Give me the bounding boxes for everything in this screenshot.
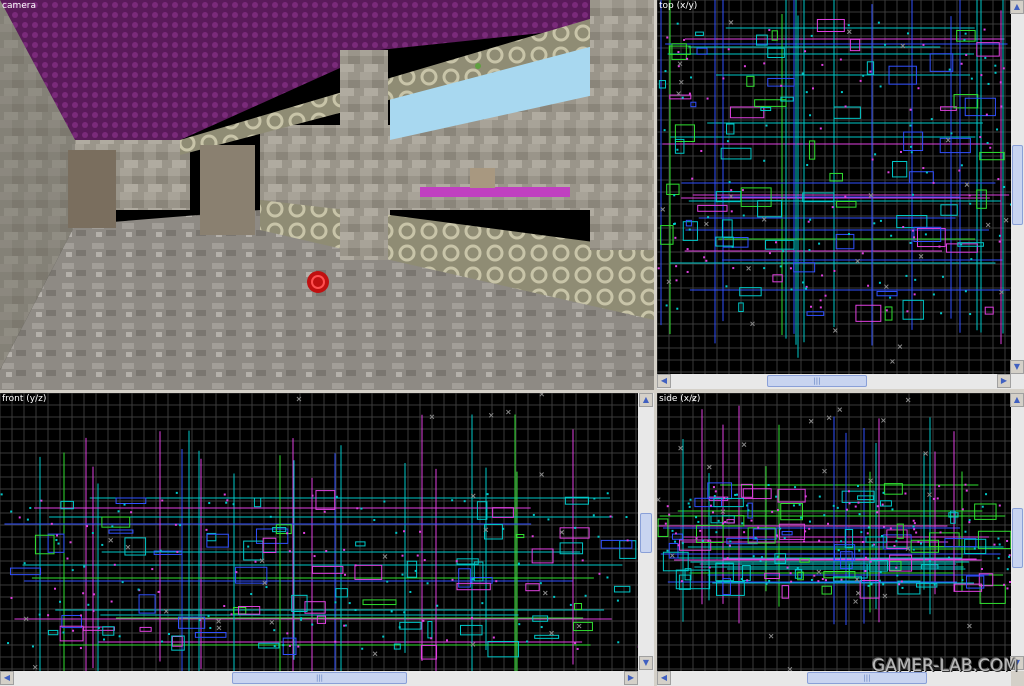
scroll-down-button[interactable]: ▼ [639, 656, 653, 670]
scroll-thumb[interactable] [1012, 145, 1023, 225]
scroll-left-button[interactable]: ◀ [657, 671, 671, 685]
top-wireframe [657, 0, 1011, 374]
scroll-thumb[interactable]: ||| [767, 375, 867, 387]
front-viewport[interactable]: front (y/z) [0, 393, 638, 671]
scroll-thumb[interactable]: ||| [232, 672, 407, 684]
watermark-logo: GAMER-LAB.COM [872, 656, 1018, 676]
front-vertical-scrollbar[interactable]: ▲ ▼ [638, 393, 654, 671]
front-viewport-label: front (y/z) [2, 394, 47, 404]
camera-scene [0, 0, 654, 390]
camera-viewport[interactable]: camera [0, 0, 654, 390]
front-wireframe [0, 393, 638, 671]
top-viewport[interactable]: top (x/y) [657, 0, 1011, 374]
side-viewport-label: side (x/z) [659, 394, 701, 404]
scroll-thumb[interactable] [1012, 508, 1023, 568]
scroll-down-button[interactable]: ▼ [1010, 360, 1024, 374]
top-horizontal-scrollbar[interactable]: ◀ ||| ▶ [657, 374, 1024, 389]
side-viewport[interactable]: side (x/z) [657, 393, 1011, 671]
side-wireframe [657, 393, 1011, 671]
top-viewport-label: top (x/y) [659, 1, 698, 11]
side-vertical-scrollbar[interactable]: ▲ ▼ [1010, 393, 1024, 671]
scroll-right-button[interactable]: ▶ [624, 671, 638, 685]
scroll-thumb[interactable] [640, 513, 652, 553]
front-horizontal-scrollbar[interactable]: ◀ ||| ▶ [0, 671, 654, 686]
top-vertical-scrollbar[interactable]: ▲ ▼ [1010, 0, 1024, 374]
scroll-up-button[interactable]: ▲ [1010, 393, 1024, 407]
scroll-right-button[interactable]: ▶ [997, 374, 1011, 388]
scroll-left-button[interactable]: ◀ [657, 374, 671, 388]
scroll-up-button[interactable]: ▲ [639, 393, 653, 407]
scroll-left-button[interactable]: ◀ [0, 671, 14, 685]
camera-viewport-label: camera [2, 1, 36, 11]
scroll-up-button[interactable]: ▲ [1010, 0, 1024, 14]
